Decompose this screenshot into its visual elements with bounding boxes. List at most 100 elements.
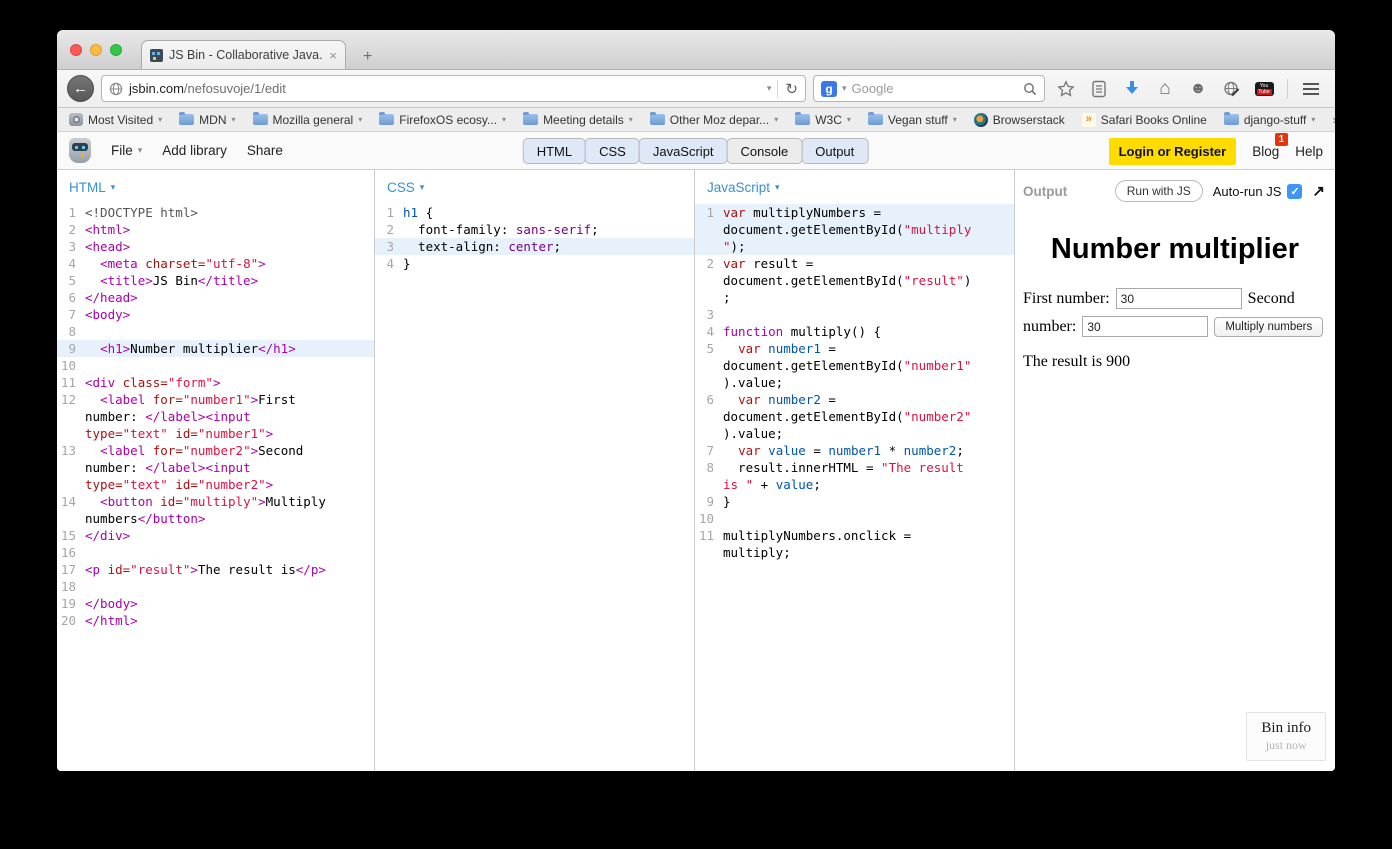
star-icon[interactable] bbox=[1056, 79, 1076, 99]
html-code-editor[interactable]: 1<!DOCTYPE html>2<html>3<head>4 <meta ch… bbox=[57, 202, 374, 629]
line-number: 4 bbox=[695, 323, 723, 340]
extension-globe-icon[interactable] bbox=[1221, 79, 1241, 99]
javascript-panel-header[interactable]: JavaScript▾ bbox=[695, 170, 1014, 202]
code-text: <head> bbox=[85, 238, 374, 255]
titlebar[interactable]: JS Bin - Collaborative Java... × + bbox=[57, 30, 1335, 70]
bookmark-vegan-stuff[interactable]: Vegan stuff▾ bbox=[868, 113, 957, 127]
html-code-line-20[interactable]: 20</html> bbox=[57, 612, 374, 629]
autorun-checkbox[interactable]: ✓ bbox=[1287, 184, 1302, 199]
blog-link[interactable]: Blog1 bbox=[1252, 144, 1279, 159]
url-dropdown-icon[interactable]: ▾ bbox=[767, 83, 772, 94]
html-code-line-13[interactable]: 13 <label for="number2">Second number: <… bbox=[57, 442, 374, 493]
result-text: The result is 900 bbox=[1023, 353, 1327, 371]
bookmark-meeting-details[interactable]: Meeting details▾ bbox=[523, 113, 633, 127]
view-button-javascript[interactable]: JavaScript bbox=[639, 138, 728, 164]
bookmark-mozilla-general[interactable]: Mozilla general▾ bbox=[253, 113, 363, 127]
javascript-code-line-6[interactable]: 6 var number2 = document.getElementById(… bbox=[695, 391, 1014, 442]
minimize-window-button[interactable] bbox=[90, 44, 102, 56]
javascript-code-line-1[interactable]: 1var multiplyNumbers = document.getEleme… bbox=[695, 204, 1014, 255]
bookmark-browserstack[interactable]: Browserstack bbox=[974, 113, 1065, 127]
reload-icon[interactable]: ↻ bbox=[777, 80, 798, 98]
html-code-line-9[interactable]: 9 <h1>Number multiplier</h1> bbox=[57, 340, 374, 357]
html-code-line-7[interactable]: 7<body> bbox=[57, 306, 374, 323]
javascript-code-line-7[interactable]: 7 var value = number1 * number2; bbox=[695, 442, 1014, 459]
css-panel-header[interactable]: CSS▾ bbox=[375, 170, 694, 202]
magnifier-icon[interactable] bbox=[1023, 82, 1037, 96]
html-code-line-17[interactable]: 17<p id="result">The result is</p> bbox=[57, 561, 374, 578]
close-window-button[interactable] bbox=[70, 44, 82, 56]
youtube-icon[interactable]: YouTube bbox=[1254, 79, 1274, 99]
javascript-code-line-5[interactable]: 5 var number1 = document.getElementById(… bbox=[695, 340, 1014, 391]
html-code-line-3[interactable]: 3<head> bbox=[57, 238, 374, 255]
javascript-code-line-4[interactable]: 4function multiply() { bbox=[695, 323, 1014, 340]
share-menu[interactable]: Share bbox=[247, 143, 283, 158]
home-icon[interactable]: ⌂ bbox=[1155, 79, 1175, 99]
bookmark-most-visited[interactable]: Most Visited▾ bbox=[69, 113, 162, 127]
jsbin-logo-icon[interactable] bbox=[69, 138, 91, 163]
bookmark-w3c[interactable]: W3C▾ bbox=[795, 113, 851, 127]
run-with-js-button[interactable]: Run with JS bbox=[1115, 180, 1203, 202]
view-button-console[interactable]: Console bbox=[727, 138, 803, 164]
view-button-output[interactable]: Output bbox=[801, 138, 868, 164]
browser-tab[interactable]: JS Bin - Collaborative Java... × bbox=[141, 40, 346, 69]
menu-icon[interactable] bbox=[1301, 79, 1321, 99]
html-code-line-5[interactable]: 5 <title>JS Bin</title> bbox=[57, 272, 374, 289]
search-engine-dropdown-icon[interactable]: ▾ bbox=[842, 83, 847, 94]
html-code-line-1[interactable]: 1<!DOCTYPE html> bbox=[57, 204, 374, 221]
line-number: 5 bbox=[57, 272, 85, 289]
zoom-window-button[interactable] bbox=[110, 44, 122, 56]
download-icon[interactable] bbox=[1122, 79, 1142, 99]
html-code-line-10[interactable]: 10 bbox=[57, 357, 374, 374]
html-code-line-12[interactable]: 12 <label for="number1">First number: </… bbox=[57, 391, 374, 442]
html-code-line-6[interactable]: 6</head> bbox=[57, 289, 374, 306]
html-code-line-16[interactable]: 16 bbox=[57, 544, 374, 561]
bookmarks-sidebar-icon[interactable] bbox=[1089, 79, 1109, 99]
html-panel-header[interactable]: HTML▾ bbox=[57, 170, 374, 202]
help-link[interactable]: Help bbox=[1295, 144, 1323, 159]
search-bar[interactable]: g ▾ Google bbox=[813, 75, 1045, 102]
javascript-code-editor[interactable]: 1var multiplyNumbers = document.getEleme… bbox=[695, 202, 1014, 561]
javascript-code-line-11[interactable]: 11multiplyNumbers.onclick = multiply; bbox=[695, 527, 1014, 561]
html-code-line-15[interactable]: 15</div> bbox=[57, 527, 374, 544]
code-text: text-align: center; bbox=[403, 238, 694, 255]
css-code-line-3[interactable]: 3 text-align: center; bbox=[375, 238, 694, 255]
html-panel-caret-icon: ▾ bbox=[111, 182, 116, 193]
file-menu[interactable]: File▾ bbox=[111, 143, 142, 158]
javascript-code-line-10[interactable]: 10 bbox=[695, 510, 1014, 527]
first-number-input[interactable] bbox=[1116, 288, 1242, 309]
javascript-code-line-2[interactable]: 2var result = document.getElementById("r… bbox=[695, 255, 1014, 306]
view-button-html[interactable]: HTML bbox=[523, 138, 586, 164]
html-code-line-11[interactable]: 11<div class="form"> bbox=[57, 374, 374, 391]
tab-close-icon[interactable]: × bbox=[329, 48, 337, 63]
chat-icon[interactable]: ☻ bbox=[1188, 79, 1208, 99]
expand-output-icon[interactable]: ↗ bbox=[1312, 182, 1325, 200]
back-button[interactable]: ← bbox=[67, 75, 94, 102]
view-button-css[interactable]: CSS bbox=[585, 138, 640, 164]
login-register-button[interactable]: Login or Register bbox=[1109, 138, 1237, 165]
url-bar[interactable]: jsbin.com/nefosuvoje/1/edit ▾ ↻ bbox=[101, 75, 806, 102]
html-code-line-2[interactable]: 2<html> bbox=[57, 221, 374, 238]
html-code-line-4[interactable]: 4 <meta charset="utf-8"> bbox=[57, 255, 374, 272]
css-code-line-2[interactable]: 2 font-family: sans-serif; bbox=[375, 221, 694, 238]
bookmark-other-moz-depar[interactable]: Other Moz depar...▾ bbox=[650, 113, 778, 127]
javascript-code-line-3[interactable]: 3 bbox=[695, 306, 1014, 323]
bookmark-firefoxos-ecosy[interactable]: FirefoxOS ecosy...▾ bbox=[379, 113, 506, 127]
html-code-line-18[interactable]: 18 bbox=[57, 578, 374, 595]
html-code-line-19[interactable]: 19</body> bbox=[57, 595, 374, 612]
bookmark-safari-books-online[interactable]: »Safari Books Online bbox=[1082, 113, 1207, 127]
html-code-line-14[interactable]: 14 <button id="multiply">Multiply number… bbox=[57, 493, 374, 527]
css-code-line-1[interactable]: 1h1 { bbox=[375, 204, 694, 221]
bookmark-django-stuff[interactable]: django-stuff▾ bbox=[1224, 113, 1316, 127]
add-library-menu[interactable]: Add library bbox=[162, 143, 227, 158]
javascript-code-line-8[interactable]: 8 result.innerHTML = "The result is " + … bbox=[695, 459, 1014, 493]
html-code-line-8[interactable]: 8 bbox=[57, 323, 374, 340]
bookmarks-overflow-chevron[interactable]: » bbox=[1332, 112, 1335, 127]
css-code-editor[interactable]: 1h1 {2 font-family: sans-serif;3 text-al… bbox=[375, 202, 694, 272]
new-tab-button[interactable]: + bbox=[357, 48, 378, 66]
bookmark-mdn[interactable]: MDN▾ bbox=[179, 113, 235, 127]
css-code-line-4[interactable]: 4} bbox=[375, 255, 694, 272]
javascript-code-line-9[interactable]: 9} bbox=[695, 493, 1014, 510]
second-number-input[interactable] bbox=[1082, 316, 1208, 337]
multiply-numbers-button[interactable]: Multiply numbers bbox=[1214, 317, 1323, 337]
bin-info-box[interactable]: Bin info just now bbox=[1246, 712, 1326, 761]
